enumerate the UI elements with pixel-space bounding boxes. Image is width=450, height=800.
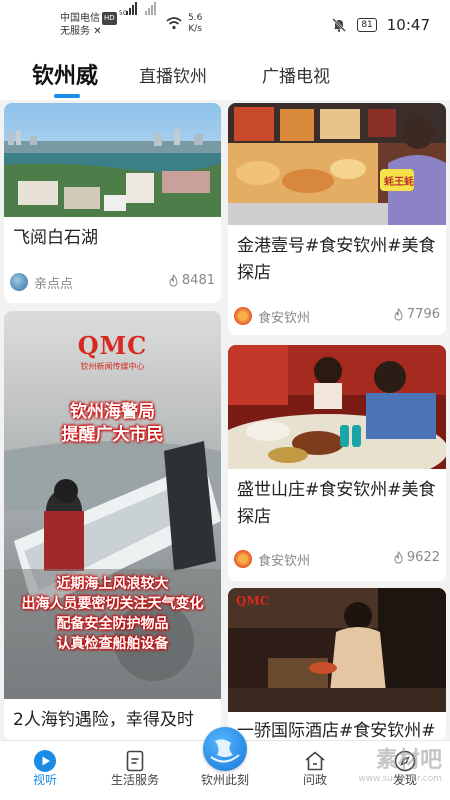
poster-tag: 蚝王蚝 [384, 177, 414, 188]
video-card[interactable]: 盛世山庄#食安钦州#美食探店 食安钦州 9622 [228, 345, 446, 581]
author-name[interactable]: 亲点点 [34, 273, 73, 292]
video-card[interactable]: 飞阅白石湖 亲点点 8481 [4, 103, 221, 303]
net-speed-value: 5.6 [188, 13, 203, 23]
play-circle-icon [34, 750, 56, 772]
service-status: 无服务 [60, 26, 90, 37]
flame-icon [394, 308, 403, 321]
tab-qinzhouwei[interactable]: 钦州威 [32, 58, 98, 90]
author-avatar[interactable] [234, 550, 252, 568]
document-icon [126, 750, 144, 772]
battery-icon: 81 [357, 18, 377, 32]
tab-broadcast-tv[interactable]: 广播电视 [262, 62, 330, 87]
card-meta: 亲点点 8481 [10, 271, 215, 292]
status-bar: 中国电信 HD 无服务 ✕ 5G 5.6 K/s 81 10:47 [0, 0, 450, 48]
top-tabs: 钦州威 直播钦州 广播电视 [0, 48, 450, 100]
flame-icon [394, 551, 403, 564]
active-tab-indicator [54, 94, 80, 98]
view-count-value: 9622 [406, 550, 440, 565]
video-thumbnail[interactable]: QMC 钦州新闻传媒中心 钦州海警局 提醒广大市民 近期海上风浪较大 出海人员要… [4, 311, 221, 699]
card-title[interactable]: 盛世山庄#食安钦州#美食探店 [237, 477, 437, 531]
view-count-value: 7796 [406, 307, 440, 322]
author-avatar[interactable] [10, 273, 28, 291]
overlay-line: 钦州海警局 [70, 402, 155, 422]
qmc-logo: QMC [236, 594, 270, 608]
home-icon [305, 751, 325, 771]
card-meta: 食安钦州 9622 [234, 548, 440, 569]
nav-label: 视听 [32, 773, 57, 787]
card-title[interactable]: 金港壹号#食安钦州#美食探店 [237, 233, 437, 287]
author-name[interactable]: 食安钦州 [258, 307, 310, 326]
carrier-name: 中国电信 [60, 13, 100, 24]
watermark-url: www.sucaibar.com [358, 774, 442, 784]
nav-label: 钦州此刻 [200, 773, 249, 787]
no-signal-icon: ✕ [93, 26, 102, 37]
mute-bell-icon [332, 18, 347, 32]
video-thumbnail[interactable]: 蚝王蚝 [228, 103, 446, 225]
qmc-logo: QMC 钦州新闻传媒中心 [4, 331, 221, 372]
card-title[interactable]: 一骄国际酒店#食安钦州# [237, 718, 437, 740]
view-count: 8481 [168, 273, 215, 288]
overlay-line: 配备安全防护物品 [56, 616, 169, 632]
video-thumbnail[interactable] [4, 103, 221, 217]
flame-icon [169, 274, 178, 287]
view-count-value: 8481 [181, 273, 215, 288]
view-count: 7796 [393, 307, 440, 322]
video-card[interactable]: 蚝王蚝 金港壹号#食安钦州#美食探店 食安钦州 7796 [228, 103, 446, 335]
watermark: 素材吧 www.sucaibar.com [358, 742, 442, 784]
net-speed-unit: K/s [188, 24, 202, 34]
card-title[interactable]: 2人海钓遇险，幸得及时 [13, 707, 212, 734]
video-card[interactable]: QMC 钦州新闻传媒中心 钦州海警局 提醒广大市民 近期海上风浪较大 出海人员要… [4, 311, 221, 740]
wifi-icon [166, 17, 182, 30]
watermark-title: 素材吧 [375, 748, 442, 773]
overlay-line: 提醒广大市民 [61, 425, 164, 445]
video-thumbnail[interactable]: QMC [228, 588, 446, 712]
globe-icon [210, 739, 240, 763]
net-speed: 5.6 K/s [188, 13, 202, 35]
author-avatar[interactable] [234, 307, 252, 325]
author-name[interactable]: 食安钦州 [258, 550, 310, 569]
video-card[interactable]: QMC 一骄国际酒店#食安钦州# [228, 588, 446, 740]
nav-item-shiting[interactable]: 视听 [0, 749, 90, 788]
clock: 10:47 [386, 16, 430, 34]
qmc-logo-text: QMC [77, 331, 148, 360]
card-title[interactable]: 飞阅白石湖 [13, 225, 212, 252]
hd-badge: HD [102, 12, 117, 25]
tab-live-qinzhou[interactable]: 直播钦州 [139, 62, 207, 87]
qinzhou-now-center-button[interactable] [203, 727, 247, 771]
overlay-line: 出海人员要密切关注天气变化 [21, 596, 204, 612]
carrier-info: 中国电信 HD 无服务 ✕ [60, 12, 117, 38]
view-count: 9622 [393, 550, 440, 565]
qmc-logo-subtitle: 钦州新闻传媒中心 [80, 362, 145, 371]
overlay-line: 认真检查船舶设备 [56, 636, 169, 652]
video-thumbnail[interactable] [228, 345, 446, 469]
nav-label: 生活服务 [110, 773, 159, 787]
nav-item-wenzheng[interactable]: 问政 [270, 749, 360, 788]
overlay-line: 近期海上风浪较大 [56, 576, 169, 592]
nav-item-life-services[interactable]: 生活服务 [90, 749, 180, 788]
nav-label: 问政 [302, 773, 327, 787]
card-meta: 食安钦州 7796 [234, 305, 440, 326]
